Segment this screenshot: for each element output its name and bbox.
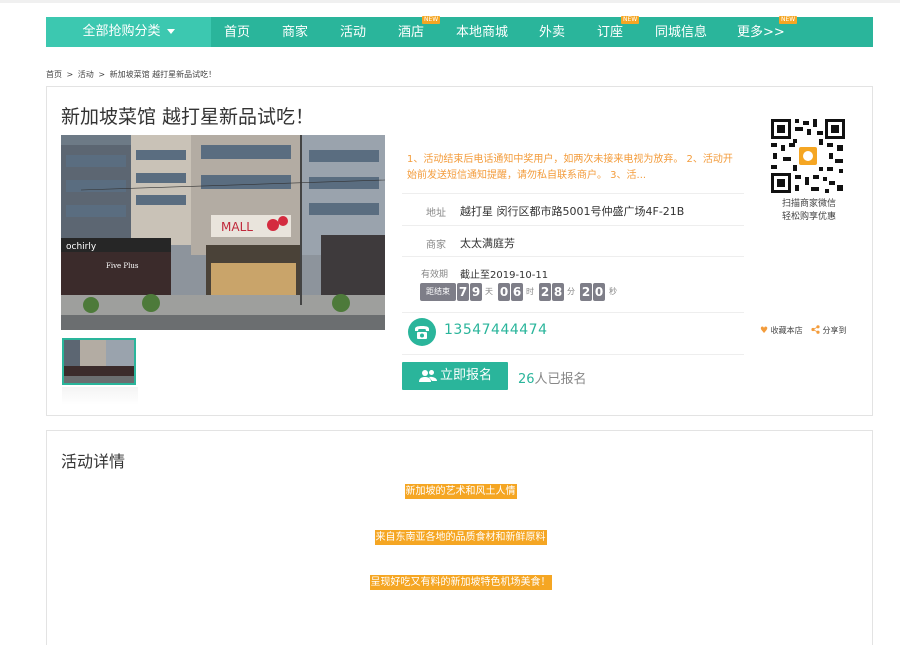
svg-text:ochirly: ochirly (66, 242, 97, 252)
nav-label: 商家 (282, 25, 309, 40)
nav-item-hotels[interactable]: 酒店 (398, 17, 424, 47)
page-title: 新加坡菜馆 越打星新品试吃！ (61, 106, 315, 128)
breadcrumb: 首页 > 活动 > 新加坡菜馆 越打星新品试吃！ (46, 69, 218, 80)
qr-code-icon (771, 119, 845, 193)
countdown-digit: 9 (470, 283, 482, 301)
svg-text:Five Plus: Five Plus (106, 262, 139, 270)
countdown-unit: 分 (567, 287, 575, 296)
users-icon (419, 370, 437, 382)
nav-label: 本地商城 (456, 25, 509, 40)
detail-title: 活动详情 (61, 452, 126, 471)
nav-item-city-info[interactable]: 同城信息 (655, 17, 707, 47)
merchant-row: 商家 太太满庭芳 (402, 225, 744, 256)
signed-up-count: 26人已报名 (518, 368, 587, 387)
countdown-digit: 0 (593, 283, 605, 301)
favorite-store-link[interactable]: ♥ 收藏本店 (760, 325, 803, 336)
address-value: 越打星 闵行区都市路5001号仲盛广场4F-21B (460, 205, 685, 218)
main-nav: 全部抢购分类 首页 商家 活动 酒店 NEW 本地商城 外卖 订座 NEW 同城… (46, 16, 873, 47)
nav-item-takeout[interactable]: 外卖 (539, 17, 565, 47)
highlight-text: 来自东南亚各地的品质食材和新鲜原料 (374, 530, 547, 545)
signed-number: 26 (518, 372, 535, 387)
storefront-thumbnail (64, 340, 134, 383)
svg-text:MALL: MALL (221, 220, 253, 234)
countdown-unit: 天 (485, 287, 493, 296)
event-photo[interactable]: MALL ochirly Five Plus (61, 135, 385, 330)
highlight-text: 新加坡的艺术和风土人情 (404, 484, 517, 499)
address-label: 地址 (426, 208, 446, 219)
share-link[interactable]: 分享到 (811, 325, 847, 336)
validity-value: 截止至2019-10-11 (460, 270, 549, 281)
breadcrumb-separator: > (98, 70, 106, 79)
qr-caption-line: 扫描商家微信 (781, 199, 836, 209)
share-label: 分享到 (822, 326, 847, 335)
nav-label: 更多>> (737, 25, 785, 40)
merchant-value[interactable]: 太太满庭芳 (460, 235, 515, 251)
wechat-qr-code (771, 119, 845, 193)
nav-item-events[interactable]: 活动 (340, 17, 366, 47)
countdown-digit: 2 (580, 283, 592, 301)
nav-label: 订座 (597, 25, 624, 40)
share-icon (811, 325, 820, 334)
breadcrumb-current: 新加坡菜馆 越打星新品试吃！ (109, 70, 217, 79)
photo-thumbnail[interactable] (62, 338, 136, 385)
validity-label: 有效期 (421, 270, 449, 280)
countdown-digit: 8 (552, 283, 564, 301)
thumbnail-reflection (62, 387, 138, 405)
nav-label: 活动 (340, 25, 367, 40)
countdown-unit: 时 (526, 287, 534, 296)
caret-down-icon (166, 29, 175, 34)
top-border (0, 0, 900, 3)
category-label: 全部抢购分类 (82, 24, 161, 39)
phone-icon (408, 318, 436, 346)
countdown-unit: 秒 (609, 287, 617, 296)
breadcrumb-events[interactable]: 活动 (78, 70, 94, 79)
breadcrumb-home[interactable]: 首页 (46, 70, 62, 79)
event-notice: 1、活动结束后电话通知中奖用户，如两次未接来电视为放弃。 2、活动开始前发送短信… (407, 154, 733, 181)
storefront-photo: MALL ochirly Five Plus (61, 135, 385, 330)
countdown-digit: 2 (539, 283, 551, 301)
breadcrumb-separator: > (66, 70, 74, 79)
address-row: 地址 越打星 闵行区都市路5001号仲盛广场4F-21B (402, 193, 744, 225)
detail-line: 新加坡的艺术和风土人情 (47, 482, 874, 499)
nav-label: 酒店 (398, 25, 425, 40)
new-badge: NEW (422, 16, 441, 24)
nav-item-reservation[interactable]: 订座 (597, 17, 623, 47)
phone-number[interactable]: 13547444474 (444, 322, 547, 338)
nav-item-home[interactable]: 首页 (224, 17, 250, 47)
highlight-text: 呈现好吃又有料的新加坡特色机场美食！ (369, 575, 552, 590)
countdown-digit: 6 (511, 283, 523, 301)
nav-item-more[interactable]: 更多>> (737, 17, 785, 47)
signed-suffix: 人已报名 (534, 372, 587, 387)
nav-label: 同城信息 (655, 25, 708, 40)
merchant-label: 商家 (426, 240, 446, 251)
nav-item-local-mall[interactable]: 本地商城 (456, 17, 508, 47)
new-badge: NEW (779, 16, 798, 24)
signup-button-label: 立即报名 (440, 368, 493, 383)
category-dropdown[interactable]: 全部抢购分类 (46, 17, 211, 47)
qr-caption: 扫描商家微信 轻松购享优惠 (761, 198, 857, 224)
qr-caption-line: 轻松购享优惠 (781, 212, 836, 222)
event-detail-panel: 活动详情 新加坡的艺术和风土人情 来自东南亚各地的品质食材和新鲜原料 呈现好吃又… (46, 430, 873, 645)
new-badge: NEW (621, 16, 640, 24)
heart-icon: ♥ (760, 326, 769, 336)
divider (402, 354, 744, 355)
countdown-digit: 7 (457, 283, 469, 301)
detail-line: 来自东南亚各地的品质食材和新鲜原料 (47, 528, 874, 545)
nav-label: 首页 (224, 25, 251, 40)
favorite-label: 收藏本店 (770, 326, 803, 335)
signup-button[interactable]: 立即报名 (402, 362, 508, 390)
nav-item-merchants[interactable]: 商家 (282, 17, 308, 47)
event-panel: 新加坡菜馆 越打星新品试吃！ MALL ochirly Five Plus 1、… (46, 86, 873, 416)
countdown-label: 距结束 (420, 283, 456, 301)
countdown-digit: 0 (498, 283, 510, 301)
detail-line: 呈现好吃又有料的新加坡特色机场美食！ (47, 573, 874, 590)
nav-label: 外卖 (539, 25, 566, 40)
